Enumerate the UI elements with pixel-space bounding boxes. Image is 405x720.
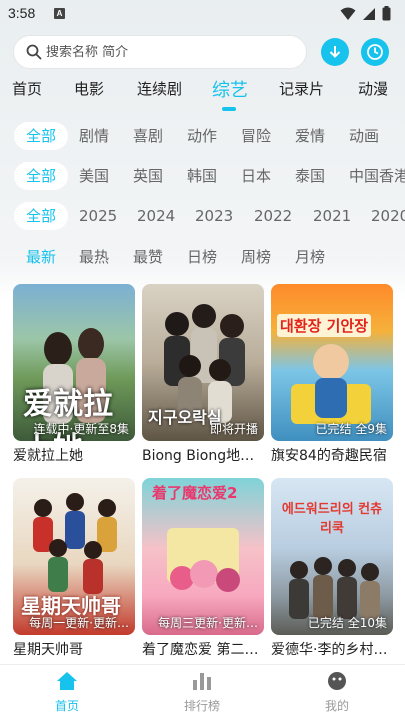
region-chip[interactable]: 中国香港 [349, 162, 405, 190]
year-chip[interactable]: 2020 [371, 202, 405, 230]
history-button[interactable] [361, 38, 389, 66]
region-filter-row: 全部 美国 英国 韩国 日本 泰国 中国香港 [0, 162, 405, 192]
card-title: 爱就拉上她 [13, 448, 83, 464]
bottom-navigation: 首页 排行榜 我的 [0, 664, 405, 720]
region-chip[interactable]: 美国 [79, 162, 109, 190]
card-title: 爱德华·李的乡村… [271, 642, 388, 658]
nav-label: 首页 [54, 699, 79, 713]
genre-filter-row: 全部 剧情 喜剧 动作 冒险 爱情 动画 [0, 122, 405, 152]
episode-tag: 即将开播 [209, 422, 258, 436]
region-chip[interactable]: 泰国 [295, 162, 325, 190]
poster-image: 지구오락실 即将开播 [142, 284, 264, 441]
poster-image: 爱就拉上她 连载中·更新至8集 [13, 284, 135, 441]
episode-tag: 每周一更新·更新… [29, 616, 129, 630]
poster-title-art: 着了魔恋爱2 [152, 484, 238, 502]
year-chip[interactable]: 2024 [137, 202, 175, 230]
status-icons [340, 6, 391, 21]
active-tab-indicator [222, 107, 236, 111]
region-chip-all[interactable]: 全部 [14, 162, 69, 190]
media-card[interactable]: 대환장 기안장 已完结 全9集 旗安84的奇趣民宿 [271, 284, 393, 465]
episode-tag: 已完结 全9集 [315, 422, 387, 436]
sort-chip[interactable]: 周榜 [241, 243, 271, 271]
year-chip[interactable]: 2021 [313, 202, 351, 230]
sort-chip-latest[interactable]: 最新 [26, 243, 56, 271]
card-title: 星期天帅哥 [13, 642, 83, 658]
nav-label: 我的 [324, 699, 349, 713]
genre-chip[interactable]: 爱情 [295, 122, 325, 150]
tab-anime[interactable]: 动漫 [358, 78, 388, 99]
search-input[interactable] [46, 44, 276, 60]
region-chip[interactable]: 韩国 [187, 162, 217, 190]
episode-tag: 每周三更新·更新… [158, 616, 258, 630]
sort-chip[interactable]: 月榜 [295, 243, 325, 271]
nav-profile[interactable]: 我的 [297, 671, 377, 714]
media-card[interactable]: 지구오락실 即将开播 Biong Biong地球… [142, 284, 264, 465]
status-time: 3:58 [8, 5, 36, 21]
nav-home[interactable]: 首页 [27, 671, 107, 714]
tab-series[interactable]: 连续剧 [137, 78, 182, 99]
media-card[interactable]: 星期天帅哥 每周一更新·更新… 星期天帅哥 [13, 478, 135, 659]
chart-icon [193, 673, 211, 690]
sort-chip[interactable]: 最赞 [133, 243, 163, 271]
year-chip[interactable]: 2025 [79, 202, 117, 230]
poster-image: 대환장 기안장 已完结 全9集 [271, 284, 393, 441]
year-chip[interactable]: 2022 [254, 202, 292, 230]
home-icon [57, 672, 77, 690]
card-title: 着了魔恋爱 第二… [142, 642, 259, 658]
poster-title-art: 에드워드리의 컨츄리쿡 [281, 502, 383, 536]
wifi-icon [340, 7, 356, 20]
card-title: Biong Biong地球… [142, 448, 264, 464]
nav-label: 排行榜 [183, 699, 220, 713]
year-chip-all[interactable]: 全部 [14, 202, 69, 230]
sort-filter-row: 最新 最热 最赞 日榜 周榜 月榜 [0, 243, 405, 273]
episode-tag: 已完结 全10集 [307, 616, 387, 630]
history-clock-icon [367, 44, 383, 60]
tab-documentary[interactable]: 记录片 [279, 78, 324, 99]
poster-title-art: 대환장 기안장 [277, 314, 372, 337]
sort-chip[interactable]: 日榜 [187, 243, 217, 271]
media-card[interactable]: 着了魔恋爱2 每周三更新·更新… 着了魔恋爱 第二… [142, 478, 264, 659]
signal-icon [363, 7, 375, 20]
genre-chip[interactable]: 冒险 [241, 122, 271, 150]
sort-chip[interactable]: 最热 [79, 243, 109, 271]
year-filter-row: 全部 2025 2024 2023 2022 2021 2020 [0, 202, 405, 232]
download-button[interactable] [321, 38, 349, 66]
genre-chip[interactable]: 动画 [349, 122, 379, 150]
genre-chip[interactable]: 动作 [187, 122, 217, 150]
card-title: 旗安84的奇趣民宿 [271, 448, 387, 464]
battery-icon [382, 6, 391, 21]
region-chip[interactable]: 日本 [241, 162, 271, 190]
nav-ranking[interactable]: 排行榜 [162, 671, 242, 714]
notification-a-icon: A [54, 8, 65, 19]
media-card[interactable]: 에드워드리의 컨츄리쿡 已完结 全10集 爱德华·李的乡村… [271, 478, 393, 659]
tab-home[interactable]: 首页 [12, 78, 42, 99]
poster-art [291, 344, 371, 424]
episode-tag: 连载中·更新至8集 [33, 422, 129, 436]
profile-icon [328, 672, 346, 690]
tab-movies[interactable]: 电影 [74, 78, 104, 99]
poster-image: 着了魔恋爱2 每周三更新·更新… [142, 478, 264, 635]
status-bar: 3:58 A [0, 0, 405, 28]
genre-chip-all[interactable]: 全部 [14, 122, 69, 150]
region-chip[interactable]: 英国 [133, 162, 163, 190]
download-icon [329, 46, 341, 58]
year-chip[interactable]: 2023 [195, 202, 233, 230]
poster-image: 에드워드리의 컨츄리쿡 已完结 全10集 [271, 478, 393, 635]
category-tabs: 首页 电影 连续剧 综艺 记录片 动漫 [0, 78, 405, 114]
genre-chip[interactable]: 喜剧 [133, 122, 163, 150]
search-bar[interactable] [13, 35, 307, 69]
tab-variety[interactable]: 综艺 [212, 78, 248, 102]
media-card[interactable]: 爱就拉上她 连载中·更新至8集 爱就拉上她 [13, 284, 135, 465]
search-icon [26, 44, 42, 60]
poster-image: 星期天帅哥 每周一更新·更新… [13, 478, 135, 635]
genre-chip[interactable]: 剧情 [79, 122, 109, 150]
